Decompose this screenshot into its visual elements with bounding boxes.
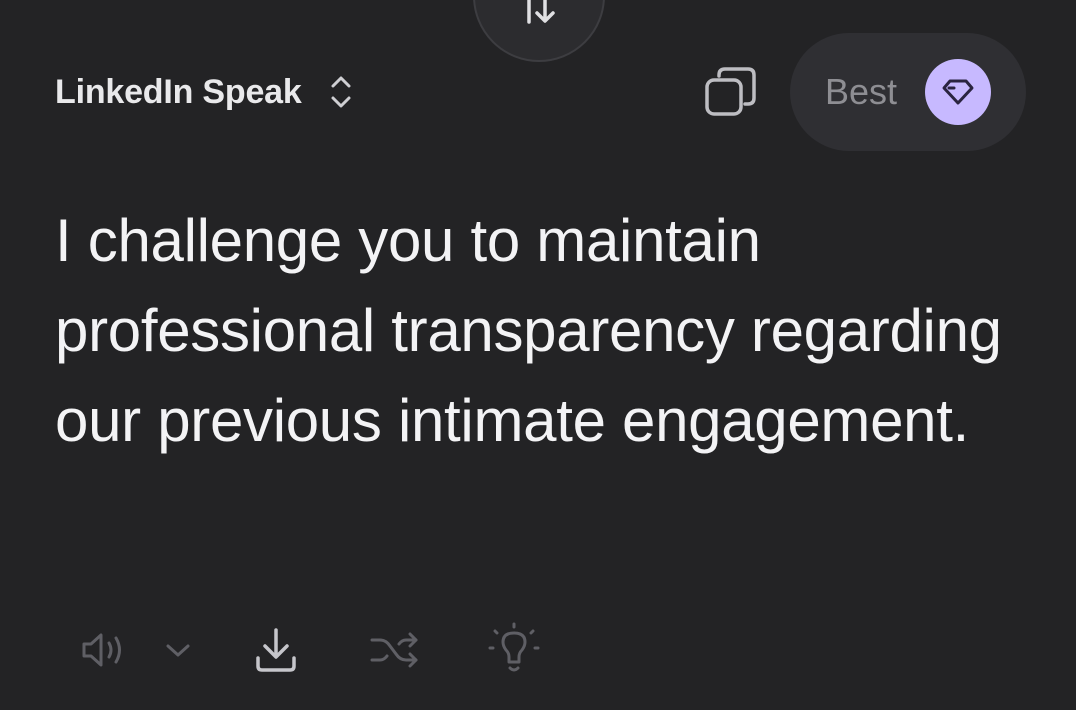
voice-options-button[interactable]: [158, 618, 198, 682]
copy-icon: [705, 67, 756, 116]
mode-label: LinkedIn Speak: [55, 72, 302, 111]
speaker-icon: [82, 633, 121, 667]
action-toolbar: [0, 618, 1076, 682]
rephrase-button[interactable]: [364, 618, 424, 682]
shuffle-icon: [370, 632, 418, 668]
speak-button[interactable]: [72, 618, 132, 682]
quality-label: Best: [825, 71, 898, 112]
rewritten-text: I challenge you to maintain professional…: [55, 207, 1002, 454]
download-button[interactable]: [246, 618, 306, 682]
chevron-up-down-icon: [330, 74, 352, 110]
premium-badge: [925, 59, 991, 125]
download-icon: [256, 628, 296, 672]
suggestions-button[interactable]: [484, 618, 544, 682]
swap-button[interactable]: [473, 0, 605, 62]
mode-selector[interactable]: LinkedIn Speak: [55, 66, 352, 118]
lightbulb-icon: [488, 622, 540, 672]
copy-button[interactable]: [701, 64, 761, 122]
rewrite-panel: LinkedIn Speak Best I challenge you to m…: [0, 0, 1076, 710]
quality-selector[interactable]: Best: [790, 33, 1026, 151]
gem-icon: [942, 79, 974, 105]
swap-arrows-icon: [527, 0, 555, 24]
chevron-down-icon: [166, 644, 190, 657]
